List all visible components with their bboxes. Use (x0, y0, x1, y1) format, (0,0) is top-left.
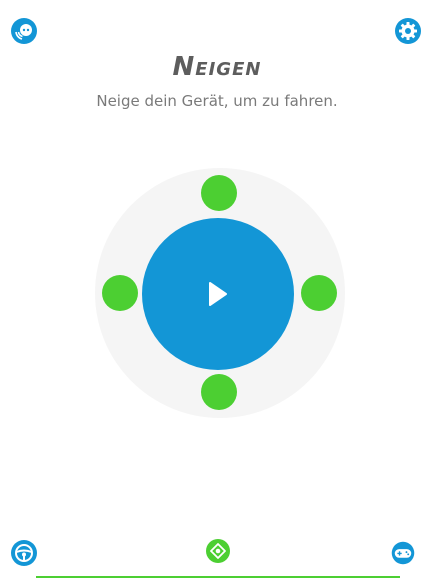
connect-button[interactable] (11, 18, 37, 44)
direction-indicator-left (102, 275, 138, 311)
page-title: Neigen (172, 52, 262, 82)
settings-button[interactable] (395, 18, 421, 44)
play-button[interactable] (142, 218, 294, 370)
play-icon (209, 282, 227, 306)
gear-icon (395, 18, 421, 44)
page-subtitle: Neige dein Gerät, um zu fahren. (96, 92, 338, 110)
active-mode-underline (36, 576, 400, 578)
tilt-mode-icon (210, 543, 226, 559)
gamepad-mode-button[interactable] (390, 540, 416, 566)
gamepad-icon (391, 541, 415, 565)
direction-indicator-right (301, 275, 337, 311)
tilt-mode-button[interactable] (206, 539, 230, 563)
connect-robot-icon (11, 18, 37, 44)
steering-wheel-icon (11, 540, 37, 566)
direction-indicator-up (201, 175, 237, 211)
direction-indicator-down (201, 374, 237, 410)
steering-mode-button[interactable] (11, 540, 37, 566)
